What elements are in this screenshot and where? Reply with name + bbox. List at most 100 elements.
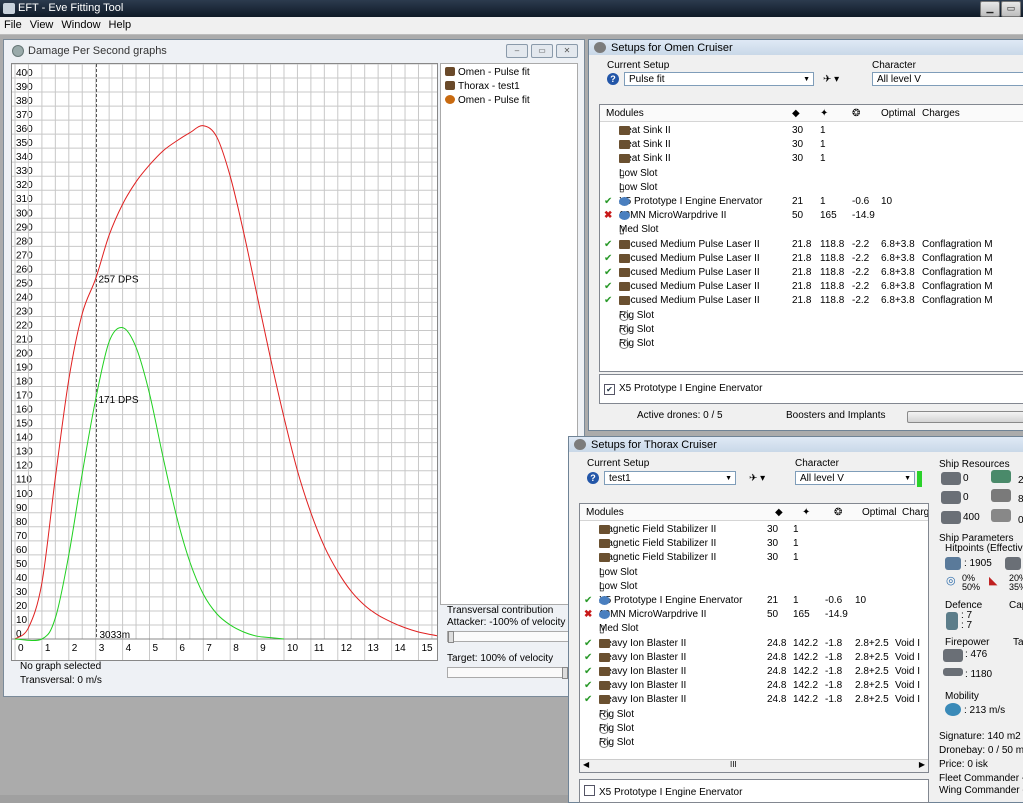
target-slider[interactable] — [447, 667, 569, 679]
projected-effects-button[interactable] — [907, 411, 1023, 423]
module-row[interactable]: ✔ Focused Medium Pulse Laser II 21.8 118.8-… — [600, 252, 1023, 266]
module-row[interactable]: ✔ Focused Medium Pulse Laser II 21.8 118.8-… — [600, 238, 1023, 252]
module-name: Heavy Ion Blaster II — [599, 694, 687, 706]
powergrid-column-icon[interactable]: ✦ — [802, 507, 810, 518]
cap-column-icon[interactable]: ❂ — [834, 507, 842, 518]
module-row[interactable]: ▯ Low Slot — [580, 580, 928, 594]
module-name-cell: X5 Prototype I Engine Enervator — [599, 595, 742, 606]
module-row[interactable]: ✔ Heavy Ion Blaster II 24.8 142.2 -1.8 2.8+2.… — [580, 679, 928, 693]
module-row[interactable]: Heat Sink II 30 1 — [600, 124, 1023, 138]
cap-column-icon[interactable]: ❂ — [852, 108, 860, 119]
module-row[interactable]: ▯ Med Slot — [580, 622, 928, 636]
horizontal-scrollbar[interactable]: ◀ III ▶ — [580, 759, 928, 772]
module-row[interactable]: ✔ X5 Prototype I Engine Enervator 21 1 -0.6 1… — [580, 594, 928, 608]
mdi-close-button[interactable]: ✕ — [556, 44, 578, 58]
mdi-restore-button[interactable]: ▭ — [531, 44, 553, 58]
modules-list[interactable]: Modules ◆ ✦ ❂ Optimal Charg Magnetic Fie… — [579, 503, 929, 773]
menu-file[interactable]: File — [0, 17, 26, 31]
drone-item[interactable]: X5 Prototype I Engine Enervator — [584, 785, 742, 798]
module-row[interactable]: ✔ Focused Medium Pulse Laser II 21.8 118.8-… — [600, 294, 1023, 308]
cpu-column-icon[interactable]: ◆ — [775, 507, 783, 518]
modules-list[interactable]: Modules ◆ ✦ ❂ Optimal Charges Heat Sink … — [599, 104, 1023, 372]
slider-handle[interactable] — [448, 631, 454, 643]
setup-select[interactable]: Pulse fit ▼ — [624, 72, 814, 86]
menu-window[interactable]: Window — [57, 17, 104, 31]
module-row[interactable]: Rig Slot — [580, 722, 928, 736]
module-row[interactable]: ✖ 10MN MicroWarpdrive II 50 165 -14.9 — [600, 209, 1023, 223]
module-row[interactable]: ✔ Focused Medium Pulse Laser II 21.8 118.8-… — [600, 280, 1023, 294]
module-row[interactable]: Heat Sink II 30 1 — [600, 138, 1023, 152]
module-row[interactable]: Rig Slot — [600, 337, 1023, 351]
module-stat: 50 — [767, 609, 779, 621]
maximize-button[interactable]: ▭ — [1001, 1, 1021, 17]
module-row[interactable]: Rig Slot — [600, 309, 1023, 323]
y-tick-label: 340 — [16, 152, 33, 163]
character-select[interactable]: All level V — [872, 72, 1023, 86]
module-row[interactable]: ▯ Low Slot — [580, 566, 928, 580]
modules-header[interactable]: Modules — [606, 108, 644, 119]
active-check-icon: ✔ — [584, 694, 593, 706]
module-row[interactable]: ▯ Low Slot — [600, 181, 1023, 195]
ship-icon — [594, 42, 606, 53]
module-row[interactable]: ✔ Heavy Ion Blaster II 24.8 142.2 -1.8 2.8+2.… — [580, 693, 928, 707]
modules-header[interactable]: Modules — [586, 507, 624, 518]
dps-chart[interactable]: 0 10 20 30 40 50 60 70 80 90 100 110 120 130 140 150 160… — [11, 63, 438, 661]
module-row[interactable]: Rig Slot — [580, 708, 928, 722]
y-tick-label: 240 — [16, 292, 33, 303]
module-row[interactable]: Heat Sink II 30 1 — [600, 152, 1023, 166]
module-name: 10MN MicroWarpdrive II — [599, 609, 707, 621]
setup-select[interactable]: test1 ▼ — [604, 471, 736, 485]
ship-icon — [445, 95, 455, 104]
character-select[interactable]: All level V ▼ — [795, 471, 915, 485]
module-row[interactable]: ▯ Med Slot — [600, 223, 1023, 237]
module-row[interactable]: ▯ Low Slot — [600, 167, 1023, 181]
module-row[interactable]: ✔ Heavy Ion Blaster II 24.8 142.2 -1.8 2.8+2.… — [580, 651, 928, 665]
attacker-slider[interactable] — [447, 631, 569, 643]
menu-view[interactable]: View — [26, 17, 58, 31]
help-icon[interactable]: ? — [607, 73, 619, 85]
drones-list[interactable]: ✔ X5 Prototype I Engine Enervator — [599, 374, 1023, 404]
active-drones-label: Active drones: 0 / 5 — [637, 410, 723, 421]
drone-checkbox[interactable] — [584, 785, 595, 796]
legend-item[interactable]: Omen - Pulse fit — [445, 95, 530, 108]
drone-settings-icon[interactable]: ✈ ▾ — [749, 473, 765, 484]
module-row[interactable]: ✔ Focused Medium Pulse Laser II 21.8 118.8-… — [600, 266, 1023, 280]
y-tick-label: 210 — [16, 334, 33, 345]
dps-graph-window: Damage Per Second graphs – ▭ ✕ 0 10 20 30 40… — [3, 39, 585, 697]
drone-checkbox[interactable]: ✔ — [604, 384, 615, 395]
minimize-button[interactable]: ▁ — [980, 1, 1000, 17]
module-row[interactable]: Magnetic Field Stabilizer II 30 1 — [580, 551, 928, 565]
graph-legend-list[interactable]: Omen - Pulse fit Thorax - test1 Omen - P… — [440, 63, 578, 605]
scroll-left-icon[interactable]: ◀ — [583, 760, 589, 769]
module-name: Heavy Ion Blaster II — [599, 666, 687, 677]
mdi-minimize-button[interactable]: – — [506, 44, 528, 58]
targeting-title: Tar — [1013, 637, 1023, 648]
module-name-cell: 10MN MicroWarpdrive II — [599, 609, 706, 620]
scroll-right-icon[interactable]: ▶ — [919, 760, 925, 769]
scroll-thumb[interactable]: III — [730, 760, 737, 769]
module-stat: 1 — [820, 125, 826, 136]
module-row[interactable]: ✔ X5 Prototype I Engine Enervator 21 1 -0.6 1… — [600, 195, 1023, 209]
module-stat: Conflagration M — [922, 295, 993, 307]
module-row[interactable]: ✖ 10MN MicroWarpdrive II 50 165 -14.9 — [580, 608, 928, 622]
legend-item[interactable]: Omen - Pulse fit — [445, 67, 530, 80]
cpu-column-icon[interactable]: ◆ — [792, 108, 800, 119]
drone-settings-icon[interactable]: ✈ ▾ — [823, 74, 839, 85]
help-icon[interactable]: ? — [587, 472, 599, 484]
menu-help[interactable]: Help — [105, 17, 136, 31]
optimal-header[interactable]: Optimal — [862, 507, 896, 518]
module-row[interactable]: ✔ Heavy Ion Blaster II 24.8 142.2 -1.8 2.8+2.… — [580, 637, 928, 651]
legend-item[interactable]: Thorax - test1 — [445, 81, 520, 94]
module-row[interactable]: Magnetic Field Stabilizer II 30 1 — [580, 523, 928, 537]
powergrid-column-icon[interactable]: ✦ — [820, 108, 828, 119]
optimal-header[interactable]: Optimal — [881, 108, 915, 119]
charges-header[interactable]: Charg — [902, 507, 928, 518]
charges-header[interactable]: Charges — [922, 108, 960, 119]
module-row[interactable]: Rig Slot — [600, 323, 1023, 337]
module-row[interactable]: Rig Slot — [580, 736, 928, 750]
drone-item[interactable]: ✔ X5 Prototype I Engine Enervator — [604, 383, 762, 395]
module-row[interactable]: Magnetic Field Stabilizer II 30 1 — [580, 537, 928, 551]
module-row[interactable]: ✔ Heavy Ion Blaster II 24.8 142.2 -1.8 2.8+2.… — [580, 665, 928, 679]
drones-list[interactable]: X5 Prototype I Engine Enervator — [579, 779, 929, 803]
x-tick-label: 10 — [287, 643, 299, 654]
